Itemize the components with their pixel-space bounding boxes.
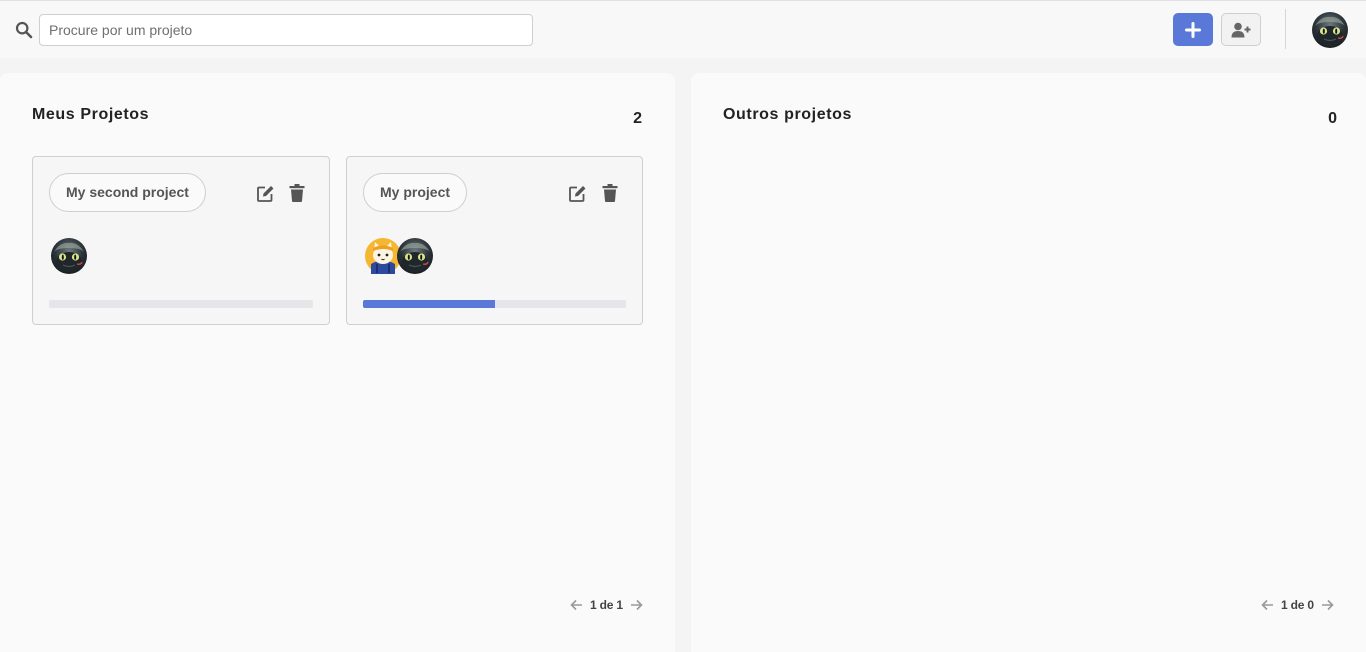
topbar-divider xyxy=(1285,9,1286,49)
user-avatar[interactable] xyxy=(1312,12,1348,48)
project-name-button[interactable]: My second project xyxy=(49,173,206,212)
my-projects-title: Meus Projetos xyxy=(32,106,150,123)
project-card[interactable]: My project xyxy=(346,156,643,325)
member-avatar xyxy=(397,238,433,274)
edit-icon[interactable] xyxy=(257,185,274,202)
trash-icon[interactable] xyxy=(602,184,618,202)
arrow-left-icon[interactable] xyxy=(1261,599,1274,611)
other-projects-title: Outros projetos xyxy=(723,106,853,123)
member-avatar xyxy=(365,238,401,274)
member-avatar xyxy=(51,238,87,274)
search-icon xyxy=(15,21,33,39)
user-plus-icon xyxy=(1231,22,1251,37)
arrow-right-icon[interactable] xyxy=(1321,599,1334,611)
add-project-button[interactable] xyxy=(1173,13,1213,46)
pagination-label: 1 de 0 xyxy=(1281,598,1314,612)
other-projects-panel: Outros projetos 0 1 de 0 xyxy=(691,73,1366,652)
invite-user-button[interactable] xyxy=(1221,13,1261,46)
plus-icon xyxy=(1185,21,1201,38)
project-card[interactable]: My second project xyxy=(32,156,330,325)
edit-icon[interactable] xyxy=(569,185,586,202)
my-projects-count: 2 xyxy=(633,110,642,127)
other-projects-count: 0 xyxy=(1328,110,1337,127)
progress-bar xyxy=(363,300,626,308)
search-input[interactable] xyxy=(39,14,533,46)
pagination: 1 de 1 xyxy=(570,598,643,612)
top-bar xyxy=(0,0,1366,58)
pagination: 1 de 0 xyxy=(1261,598,1334,612)
arrow-left-icon[interactable] xyxy=(570,599,583,611)
project-name-button[interactable]: My project xyxy=(363,173,468,212)
pagination-label: 1 de 1 xyxy=(590,598,623,612)
trash-icon[interactable] xyxy=(289,184,305,202)
arrow-right-icon[interactable] xyxy=(630,599,643,611)
progress-bar xyxy=(49,300,313,308)
my-projects-panel: Meus Projetos 2 My second project My pro… xyxy=(0,73,675,652)
progress-fill xyxy=(363,300,495,308)
